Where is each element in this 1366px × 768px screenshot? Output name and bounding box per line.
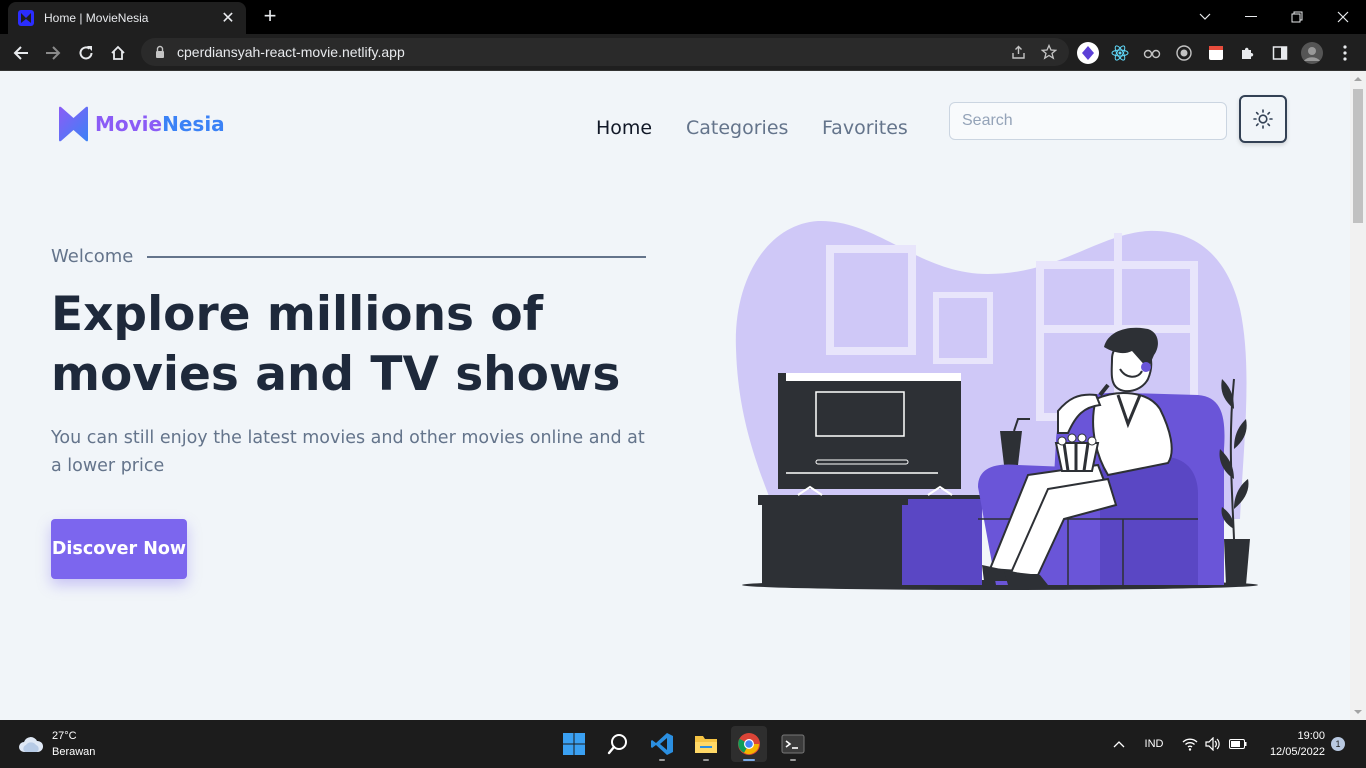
close-window-icon[interactable]	[1320, 0, 1366, 34]
battery-icon[interactable]	[1228, 734, 1248, 754]
reload-icon[interactable]	[73, 40, 99, 66]
tab-close-icon[interactable]: ✕	[220, 8, 236, 28]
new-tab-button[interactable]: +	[258, 5, 282, 28]
start-button[interactable]	[556, 726, 592, 762]
logo-mark-icon	[59, 106, 88, 142]
puzzle-icon[interactable]	[1237, 42, 1259, 64]
logo-text-part1: Movie	[95, 112, 163, 136]
home-icon[interactable]	[105, 40, 131, 66]
share-icon[interactable]	[1009, 42, 1029, 62]
logo-text: MovieNesia	[95, 112, 225, 136]
running-indicator	[659, 759, 665, 761]
sun-icon	[1253, 109, 1273, 129]
sidebar-icon[interactable]	[1269, 42, 1291, 64]
weather-text: 27°C Berawan	[52, 728, 95, 760]
file-explorer-icon[interactable]	[688, 726, 724, 762]
browser-toolbar: cperdiansyah-react-movie.netlify.app	[0, 34, 1366, 71]
language-indicator[interactable]: IND	[1140, 734, 1168, 754]
chrome-icon[interactable]	[731, 726, 767, 762]
clock-date: 12/05/2022	[1269, 746, 1325, 758]
forward-arrow-icon[interactable]	[40, 40, 66, 66]
nav-favorites[interactable]: Favorites	[822, 117, 908, 139]
page-scrollbar[interactable]	[1350, 71, 1366, 720]
discover-now-button[interactable]: Discover Now	[51, 519, 187, 579]
nav-categories[interactable]: Categories	[686, 117, 788, 139]
address-bar[interactable]: cperdiansyah-react-movie.netlify.app	[141, 38, 1069, 66]
active-indicator	[743, 759, 755, 761]
hero-subtext: You can still enjoy the latest movies an…	[51, 428, 645, 476]
windows-taskbar: 27°C Berawan IND 19:00 12/05/2022 1	[0, 720, 1366, 768]
calendar-extension-icon[interactable]	[1205, 42, 1227, 64]
minimize-icon[interactable]	[1228, 0, 1274, 34]
lock-icon	[156, 45, 164, 58]
site-logo[interactable]: MovieNesia	[57, 106, 225, 142]
glasses-extension-icon[interactable]	[1141, 42, 1163, 64]
terminal-icon[interactable]	[775, 726, 811, 762]
clock-time: 19:00	[1297, 730, 1325, 742]
running-indicator	[703, 759, 709, 761]
back-arrow-icon[interactable]	[8, 40, 34, 66]
welcome-label: Welcome	[51, 246, 134, 267]
chrome-menu-icon[interactable]	[1334, 42, 1356, 64]
welcome-divider	[147, 256, 646, 258]
vscode-icon[interactable]	[644, 726, 680, 762]
tab-strip: Home | MovieNesia ✕ +	[0, 0, 1366, 34]
clock[interactable]: 19:00 12/05/2022	[1255, 728, 1325, 760]
extension-purple-icon[interactable]	[1077, 42, 1099, 64]
scroll-up-arrow-icon[interactable]	[1350, 73, 1366, 83]
browser-tab[interactable]: Home | MovieNesia ✕	[8, 2, 246, 34]
tab-search-icon[interactable]	[1182, 0, 1228, 34]
movienesia-favicon	[18, 10, 34, 26]
nav-home[interactable]: Home	[596, 117, 652, 139]
weather-widget[interactable]: 27°C Berawan	[18, 728, 95, 760]
hero-illustration	[735, 220, 1258, 590]
weather-desc: Berawan	[52, 746, 96, 758]
theme-toggle-button[interactable]	[1239, 95, 1287, 143]
scroll-down-arrow-icon[interactable]	[1350, 708, 1366, 718]
browser-window: Home | MovieNesia ✕ + cperdiansyah-react…	[0, 0, 1366, 720]
chevron-up-icon[interactable]	[1110, 734, 1128, 754]
scroll-thumb[interactable]	[1353, 89, 1363, 223]
tab-title: Home | MovieNesia	[44, 11, 149, 25]
cloud-icon	[19, 737, 44, 752]
hero-headline: Explore millions of movies and TV shows	[51, 287, 621, 402]
wifi-icon[interactable]	[1181, 734, 1199, 754]
restore-icon[interactable]	[1274, 0, 1320, 34]
react-devtools-icon[interactable]	[1109, 42, 1131, 64]
url-text: cperdiansyah-react-movie.netlify.app	[177, 44, 405, 60]
profile-avatar[interactable]	[1301, 42, 1323, 64]
web-page: MovieNesia Home Categories Favorites Wel…	[0, 71, 1350, 720]
search-input[interactable]	[949, 102, 1227, 140]
running-indicator	[790, 759, 796, 761]
star-icon[interactable]	[1039, 42, 1059, 62]
weather-temp: 27°C	[52, 730, 77, 742]
notification-badge[interactable]: 1	[1331, 737, 1345, 751]
volume-icon[interactable]	[1204, 734, 1222, 754]
record-extension-icon[interactable]	[1173, 42, 1195, 64]
logo-text-part2: Nesia	[162, 112, 225, 136]
search-icon[interactable]	[600, 726, 636, 762]
